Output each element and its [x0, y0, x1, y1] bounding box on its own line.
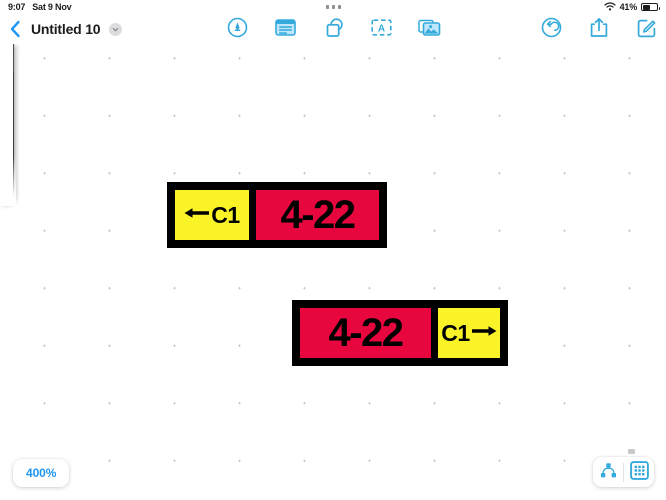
wifi-icon [603, 1, 616, 13]
photos-stack-icon [417, 18, 441, 40]
back-chevron-icon[interactable] [8, 19, 22, 39]
zoom-level-button[interactable]: 400% [13, 459, 70, 487]
page-title[interactable]: Untitled 10 [31, 21, 101, 37]
status-bar-left: 9:07 Sat 9 Nov [8, 2, 72, 12]
compose-button[interactable] [634, 16, 660, 42]
chevron-down-icon[interactable] [109, 22, 123, 36]
pen-tool-button[interactable] [224, 16, 250, 42]
sticker-1-code-cell[interactable]: C1 [175, 190, 249, 240]
arrow-left-icon [184, 204, 210, 227]
navbar-left-group: Untitled 10 [0, 19, 123, 39]
outline-view-button[interactable] [593, 457, 623, 487]
media-tool-button[interactable] [416, 16, 442, 42]
app-root: 9:07 Sat 9 Nov 41% Untitled 10 A C1 4-22… [0, 0, 666, 500]
canvas-area[interactable]: C1 4-22 4-22 C1 400% [0, 44, 666, 500]
status-dot [325, 5, 329, 9]
shape-tool-button[interactable] [320, 16, 346, 42]
text-box-a-icon: A [370, 18, 392, 40]
sticker-1-number-cell[interactable]: 4-22 [256, 190, 379, 240]
status-dots-indicator [0, 0, 666, 14]
status-time: 9:07 [8, 2, 26, 12]
label-sticker-1[interactable]: C1 4-22 [167, 182, 387, 248]
canvas-dot-grid [0, 44, 666, 500]
sticker-1-code-text: C1 [211, 201, 240, 228]
navigation-bar: Untitled 10 A [0, 14, 666, 44]
status-bar-right: 41% [603, 0, 660, 14]
battery-fill [643, 4, 650, 10]
sticker-2-code-text: C1 [441, 319, 470, 346]
undo-button[interactable] [538, 16, 564, 42]
battery-percent-label: 41% [619, 2, 638, 12]
sticker-1-number-text: 4-22 [280, 193, 356, 237]
zoom-level-label: 400% [26, 466, 57, 480]
overlapping-shapes-icon [323, 17, 344, 41]
status-bar: 9:07 Sat 9 Nov 41% [0, 0, 666, 14]
sticker-2-code-content: C1 [441, 319, 497, 346]
undo-circular-arrow-icon [541, 17, 562, 41]
view-switcher [593, 457, 654, 487]
compose-pencil-square-icon [637, 18, 657, 41]
navbar-actions-group [538, 14, 660, 44]
panel-grab-handle[interactable] [628, 449, 635, 454]
arrow-right-icon [471, 322, 497, 345]
svg-text:A: A [377, 24, 384, 35]
text-caret [13, 44, 14, 72]
status-dot [337, 5, 341, 9]
grid-squares-icon [629, 461, 649, 483]
share-up-arrow-icon [590, 17, 608, 41]
grid-view-button[interactable] [624, 457, 654, 487]
note-tool-button[interactable] [272, 16, 298, 42]
text-tool-button[interactable]: A [368, 16, 394, 42]
sticker-2-number-cell[interactable]: 4-22 [300, 308, 431, 358]
sticker-1-code-content: C1 [184, 201, 240, 228]
sticker-2-number-text: 4-22 [328, 311, 404, 355]
sticker-2-code-cell[interactable]: C1 [438, 308, 500, 358]
share-button[interactable] [586, 16, 612, 42]
sticky-note-icon [274, 18, 296, 40]
status-dot [331, 5, 335, 9]
status-date: Sat 9 Nov [32, 2, 72, 12]
node-hierarchy-icon [599, 462, 618, 483]
battery-icon [641, 3, 660, 11]
page-edge-fade [0, 156, 16, 206]
pen-in-circle-icon [227, 17, 248, 41]
label-sticker-2[interactable]: 4-22 C1 [292, 300, 508, 366]
